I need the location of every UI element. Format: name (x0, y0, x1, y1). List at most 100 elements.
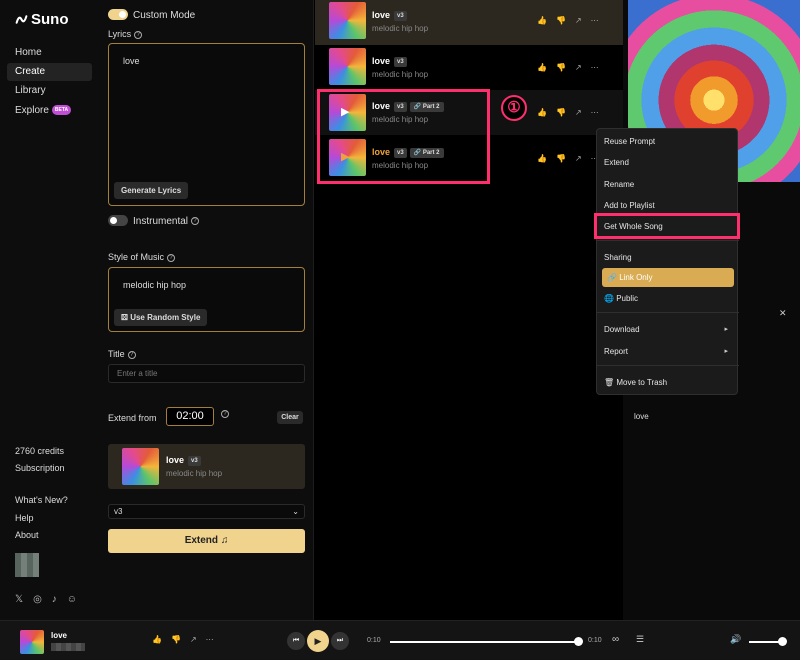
help-link[interactable]: Help (15, 513, 34, 523)
thumbs-up-icon[interactable]: 👍 (537, 16, 547, 25)
whats-new-link[interactable]: What's New? (15, 495, 68, 505)
more-icon[interactable]: ⋯ (591, 16, 599, 25)
menu-item-reuse-prompt[interactable]: Reuse Prompt (602, 132, 734, 151)
song-context-menu: Reuse Prompt Extend Rename Add to Playli… (596, 128, 739, 395)
extend-song-style: melodic hip hop (166, 469, 223, 478)
menu-item-download[interactable]: Download ▸ (602, 320, 734, 339)
menu-item-rename[interactable]: Rename (602, 175, 734, 194)
song-thumbnail (122, 448, 159, 485)
thumbs-down-icon[interactable]: 👎 (556, 108, 566, 117)
generate-lyrics-button[interactable]: Generate Lyrics (114, 182, 189, 199)
instagram-icon[interactable]: ◎ (33, 594, 42, 605)
help-icon: ? (221, 410, 229, 418)
credits-count: 2760 credits (15, 446, 65, 456)
progress-handle[interactable] (574, 637, 583, 646)
custom-mode-toggle[interactable] (108, 9, 128, 20)
thumbs-up-icon[interactable]: 👍 (152, 635, 162, 644)
share-icon[interactable]: ↗ (575, 108, 582, 117)
thumbs-up-icon[interactable]: 👍 (537, 108, 547, 117)
custom-mode-label: Custom Mode (133, 10, 196, 21)
song-title[interactable]: love v3 (372, 56, 407, 67)
title-label: Title? (108, 349, 136, 359)
share-icon[interactable]: ↗ (575, 16, 582, 25)
more-icon[interactable]: ⋯ (591, 63, 599, 72)
style-text: melodic hip hop (123, 280, 187, 290)
song-style: melodic hip hop (372, 70, 429, 79)
social-links: 𝕏 ◎ ♪ ☺ (15, 594, 77, 605)
share-icon[interactable]: ↗ (575, 154, 582, 163)
song-title[interactable]: love v3 (372, 10, 407, 21)
close-icon[interactable]: ✕ (779, 308, 787, 319)
current-time: 0:10 (367, 637, 381, 644)
thumbs-down-icon[interactable]: 👎 (171, 635, 181, 644)
app-name: Suno (31, 11, 69, 28)
sidebar-item-library[interactable]: Library (7, 82, 92, 100)
instrumental-label: Instrumental? (133, 216, 200, 227)
menu-icon[interactable]: ☰ (636, 634, 644, 645)
help-icon: ? (167, 253, 176, 262)
trash-icon: 🗑 (604, 378, 617, 387)
suno-logo[interactable]: Suno (15, 11, 69, 28)
total-time: 0:10 (588, 637, 602, 644)
song-style: melodic hip hop (372, 24, 429, 33)
previous-icon[interactable]: ⏮ (287, 632, 305, 650)
annotation-box-1 (317, 89, 490, 184)
use-random-style-button[interactable]: ⚄ Use Random Style (114, 309, 208, 326)
annotation-number-1: ① (501, 95, 527, 121)
menu-item-public[interactable]: 🌐 Public (602, 289, 734, 308)
share-icon[interactable]: ↗ (575, 63, 582, 72)
more-icon[interactable]: ⋯ (206, 635, 214, 644)
progress-bar[interactable] (390, 641, 580, 643)
extend-from-input[interactable]: 02:00 (166, 407, 214, 426)
sidebar-item-create[interactable]: Create (7, 63, 92, 81)
thumbs-up-icon[interactable]: 👍 (537, 154, 547, 163)
song-row[interactable]: love v3 melodic hip hop 👍 👎 ↗ ⋯ (315, 0, 623, 45)
help-icon: ? (134, 30, 143, 39)
tiktok-icon[interactable]: ♪ (52, 594, 57, 605)
lyrics-label: Lyrics? (108, 29, 143, 39)
thumbs-down-icon[interactable]: 👎 (556, 63, 566, 72)
sidebar-item-label: Explore (15, 105, 49, 116)
menu-item-report[interactable]: Report ▸ (602, 342, 734, 361)
extend-song-card: love v3 melodic hip hop (108, 444, 305, 489)
music-note-icon: ♫ (220, 535, 229, 546)
title-input[interactable]: Enter a title (108, 364, 305, 383)
menu-item-sharing: Sharing (604, 253, 632, 262)
discord-icon[interactable]: ☺ (67, 594, 77, 605)
extend-from-label: Extend from (108, 413, 157, 423)
volume-icon[interactable]: 🔊 (730, 634, 741, 645)
more-icon[interactable]: ⋯ (591, 108, 599, 117)
x-icon[interactable]: 𝕏 (15, 594, 23, 605)
thumbs-down-icon[interactable]: 👎 (556, 16, 566, 25)
player-song-title[interactable]: love (51, 631, 67, 640)
about-link[interactable]: About (15, 530, 39, 540)
clear-button[interactable]: Clear (277, 411, 303, 424)
play-button[interactable]: ▶ (307, 630, 329, 652)
menu-item-link-only[interactable]: 🔗 Link Only (602, 268, 734, 287)
thumbs-up-icon[interactable]: 👍 (537, 63, 547, 72)
extend-button[interactable]: Extend ♫ (108, 529, 305, 553)
player-bar: love 👍 👎 ↗ ⋯ ⏮ ▶ ⏭ 0:10 0:10 ∞ ☰ 🔊 (0, 620, 800, 660)
sidebar-item-explore[interactable]: Explore BETA (7, 102, 92, 120)
dice-icon: ⚄ (121, 313, 131, 322)
globe-icon: 🌐 (604, 294, 617, 303)
loop-icon[interactable]: ∞ (612, 634, 619, 645)
lyrics-text: love (123, 56, 140, 66)
instrumental-toggle[interactable] (108, 215, 128, 226)
thumbs-down-icon[interactable]: 👎 (556, 154, 566, 163)
sidebar-item-home[interactable]: Home (7, 44, 92, 62)
player-artist-obscured (51, 643, 85, 651)
song-row[interactable]: love v3 melodic hip hop 👍 👎 ↗ ⋯ (315, 45, 623, 90)
next-icon[interactable]: ⏭ (331, 632, 349, 650)
volume-handle[interactable] (778, 637, 787, 646)
song-thumbnail (329, 48, 366, 85)
subscription-link[interactable]: Subscription (15, 463, 65, 473)
avatar[interactable] (15, 553, 39, 577)
style-label: Style of Music? (108, 252, 176, 262)
share-icon[interactable]: ↗ (190, 635, 197, 644)
model-select[interactable]: v3 ⌄ (108, 504, 305, 519)
link-icon: 🔗 (607, 273, 620, 282)
player-thumbnail[interactable] (20, 630, 44, 654)
menu-item-extend[interactable]: Extend (602, 153, 734, 172)
menu-item-move-to-trash[interactable]: 🗑 Move to Trash (602, 373, 734, 392)
